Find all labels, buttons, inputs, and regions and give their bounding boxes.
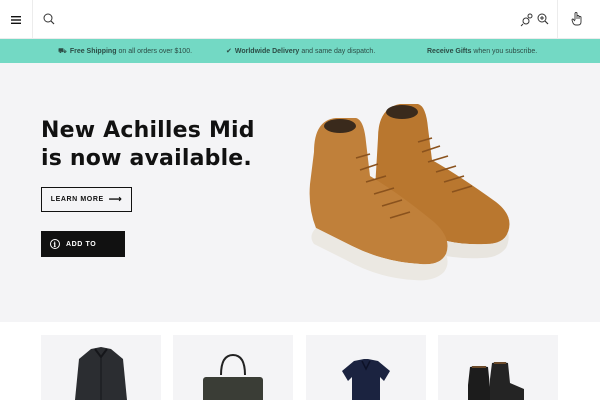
- learn-more-button[interactable]: LEARN MORE ⟶: [41, 187, 132, 212]
- info-icon: i: [50, 239, 60, 249]
- product-card-coat[interactable]: [41, 335, 161, 400]
- hero-section: New Achilles Mid is now available. LEARN…: [0, 63, 600, 322]
- promo-strong-text: Receive Gifts: [427, 47, 472, 55]
- site-header: [0, 0, 600, 39]
- promo-receive-gifts: Receive Gifts when you subscribe.: [427, 39, 537, 63]
- zoom-icon[interactable]: [536, 10, 550, 28]
- add-to-label: ADD TO: [66, 240, 97, 248]
- promo-strong-text: Worldwide Delivery: [234, 47, 300, 55]
- promo-text: and same day dispatch.: [301, 47, 376, 55]
- bag-image: [203, 353, 263, 400]
- truck-icon: ⛟: [58, 47, 67, 55]
- promo-text: when you subscribe.: [473, 47, 538, 55]
- learn-more-label: LEARN MORE: [50, 196, 104, 203]
- search-icon: [43, 13, 55, 25]
- promo-text: on all orders over $100.: [118, 47, 193, 55]
- menu-button[interactable]: [0, 0, 33, 39]
- search-button[interactable]: [40, 10, 58, 28]
- promo-bar: ⛟ Free Shipping on all orders over $100.…: [0, 39, 600, 63]
- gear-icon[interactable]: [520, 10, 534, 28]
- hero-title-line-2: is now available.: [41, 146, 252, 171]
- coat-image: [75, 347, 127, 400]
- touch-button[interactable]: [568, 10, 586, 28]
- product-card-boots[interactable]: [438, 335, 558, 400]
- add-to-button[interactable]: i ADD TO: [41, 231, 125, 257]
- header-divider: [557, 0, 558, 39]
- promo-strong-text: Free Shipping: [69, 47, 117, 55]
- product-grid: [0, 322, 600, 400]
- header-tools: [520, 10, 550, 28]
- promo-worldwide-delivery: ✔ Worldwide Delivery and same day dispat…: [226, 39, 375, 63]
- product-card-bag[interactable]: [173, 335, 293, 400]
- hamburger-menu-icon: [11, 15, 21, 24]
- check-icon: ✔: [226, 48, 232, 55]
- boots-image: [468, 362, 524, 400]
- promo-free-shipping: ⛟ Free Shipping on all orders over $100.: [58, 39, 192, 63]
- hero-title: New Achilles Mid is now available.: [41, 117, 271, 173]
- hand-pointer-icon: [571, 12, 582, 26]
- product-card-polo[interactable]: [306, 335, 426, 400]
- arrow-right-icon: ⟶: [108, 194, 123, 204]
- polo-image: [342, 359, 390, 400]
- hero-product-image: [309, 104, 510, 281]
- hero-title-line-1: New Achilles Mid: [41, 118, 255, 143]
